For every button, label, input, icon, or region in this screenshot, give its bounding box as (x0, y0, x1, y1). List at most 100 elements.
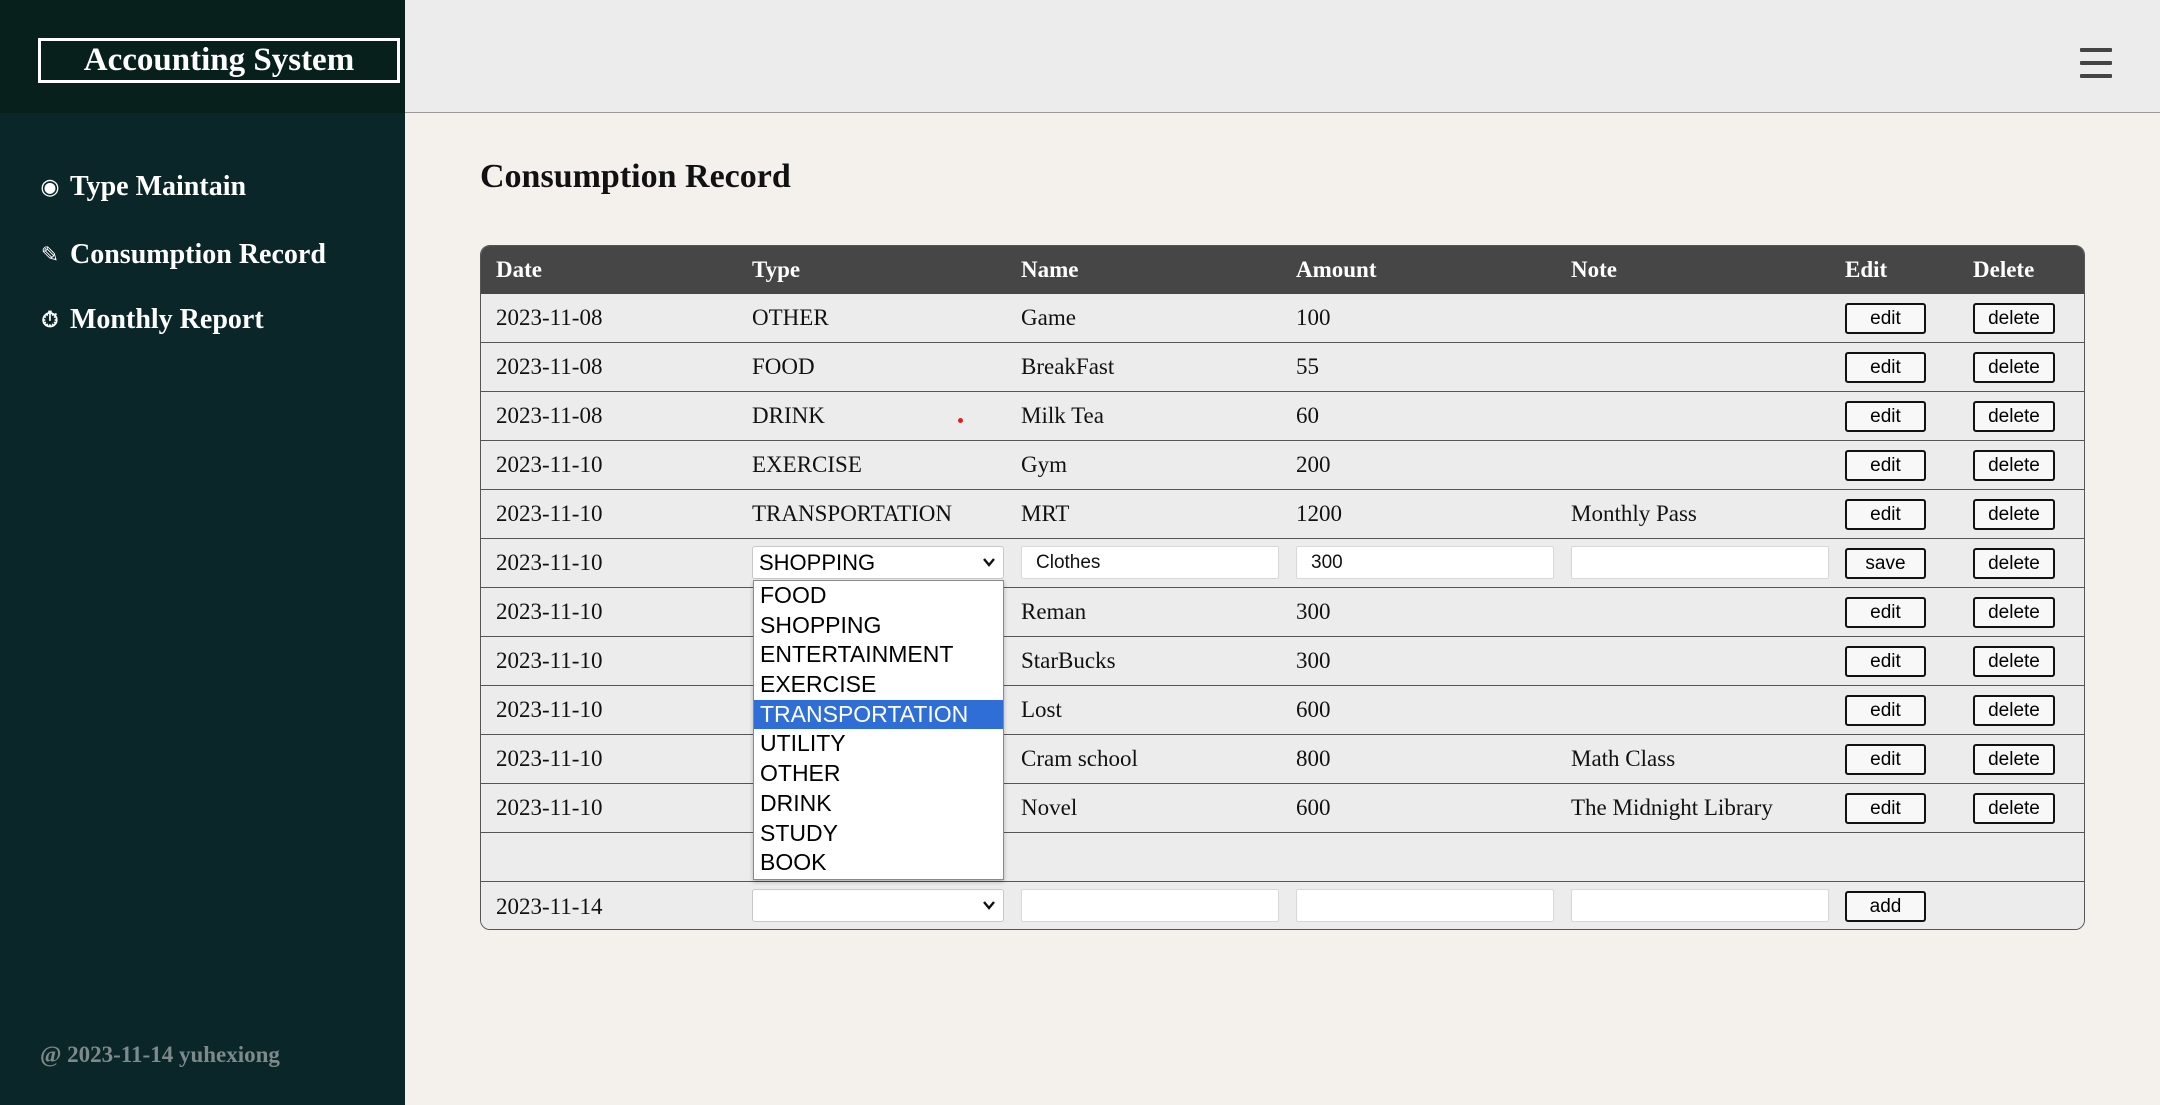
save-button[interactable]: save (1845, 548, 1926, 579)
cell-date: 2023-11-14 (496, 893, 603, 919)
delete-button[interactable]: delete (1973, 597, 2055, 628)
edit-button[interactable]: edit (1845, 352, 1926, 383)
dropdown-option-shopping[interactable]: SHOPPING (754, 611, 1003, 641)
delete-button[interactable]: delete (1973, 303, 2055, 334)
delete-button[interactable]: delete (1973, 401, 2055, 432)
delete-button[interactable]: delete (1973, 352, 2055, 383)
page-title: Consumption Record (480, 158, 791, 195)
new-name-input[interactable] (1021, 889, 1279, 922)
cell-type: EXERCISE (752, 452, 862, 477)
cell-name: Novel (1021, 795, 1078, 820)
delete-button[interactable]: delete (1973, 548, 2055, 579)
radio-circle-icon: ◉ (40, 174, 60, 200)
name-input[interactable]: Clothes (1021, 546, 1279, 579)
table-row-add: 2023-11-14 add (481, 882, 2084, 929)
delete-button[interactable]: delete (1973, 499, 2055, 530)
cell-amount: 100 (1296, 305, 1331, 330)
delete-button[interactable]: delete (1973, 744, 2055, 775)
delete-button[interactable]: delete (1973, 646, 2055, 677)
table-row-empty (481, 833, 2084, 882)
cell-type: DRINK (752, 403, 825, 428)
new-type-select[interactable] (752, 889, 1004, 922)
delete-button[interactable]: delete (1973, 695, 2055, 726)
cell-date: 2023-11-08 (496, 305, 603, 330)
table-row: 2023-11-10 StarBucks 300 edit delete (481, 637, 2084, 686)
cell-amount: 300 (1296, 599, 1331, 624)
new-amount-input[interactable] (1296, 889, 1554, 922)
cell-date: 2023-11-08 (496, 354, 603, 379)
column-header-note: Note (1571, 257, 1617, 282)
sidebar-item-monthly-report[interactable]: ⏱ Monthly Report (38, 300, 263, 340)
column-header-delete: Delete (1973, 257, 2035, 282)
cell-amount: 600 (1296, 697, 1331, 722)
delete-button[interactable]: delete (1973, 450, 2055, 481)
cell-date: 2023-11-08 (496, 403, 603, 428)
cell-name: Lost (1021, 697, 1062, 722)
cell-amount: 600 (1296, 795, 1331, 820)
type-dropdown-list[interactable]: FOOD SHOPPING ENTERTAINMENT EXERCISE TRANSPO… (753, 580, 1004, 880)
table-header: Date Type Name Amount Note Edit Delete (481, 246, 2084, 294)
sidebar-item-consumption-record[interactable]: ✎ Consumption Record (38, 235, 326, 275)
edit-button[interactable]: edit (1845, 450, 1926, 481)
sidebar: Accounting System ◉ Type Maintain ✎ Consump… (0, 0, 405, 1105)
dropdown-option-food[interactable]: FOOD (754, 581, 1003, 611)
type-select-value: SHOPPING (759, 549, 876, 575)
dropdown-option-other[interactable]: OTHER (754, 759, 1003, 789)
dropdown-option-exercise[interactable]: EXERCISE (754, 670, 1003, 700)
app-logo[interactable]: Accounting System (38, 38, 400, 83)
add-button[interactable]: add (1845, 891, 1926, 922)
new-note-input[interactable] (1571, 889, 1829, 922)
chevron-down-icon (983, 901, 995, 910)
dropdown-option-utility[interactable]: UTILITY (754, 729, 1003, 759)
edit-button[interactable]: edit (1845, 646, 1926, 677)
cell-type: OTHER (752, 305, 829, 330)
column-header-date: Date (496, 257, 542, 282)
edit-button[interactable]: edit (1845, 744, 1926, 775)
consumption-table: Date Type Name Amount Note Edit Delete 2023-11… (480, 245, 2085, 930)
delete-button[interactable]: delete (1973, 793, 2055, 824)
cell-name: Cram school (1021, 746, 1138, 771)
column-header-amount: Amount (1296, 257, 1377, 282)
cell-name: StarBucks (1021, 648, 1116, 673)
cell-date: 2023-11-10 (496, 550, 603, 575)
cell-amount: 60 (1296, 403, 1319, 428)
cell-name: Gym (1021, 452, 1067, 477)
cell-date: 2023-11-10 (496, 648, 603, 673)
cell-amount: 200 (1296, 452, 1331, 477)
edit-button[interactable]: edit (1845, 597, 1926, 628)
dropdown-option-transportation[interactable]: TRANSPORTATION (754, 699, 1003, 730)
cell-name: MRT (1021, 501, 1070, 526)
edit-button[interactable]: edit (1845, 401, 1926, 432)
stopwatch-icon: ⏱ (41, 307, 59, 333)
note-input[interactable] (1571, 546, 1829, 579)
amount-input[interactable]: 300 (1296, 546, 1554, 579)
sidebar-item-type-maintain[interactable]: ◉ Type Maintain (38, 167, 246, 207)
cell-note: Math Class (1571, 746, 1676, 771)
sidebar-item-label: Consumption Record (70, 239, 326, 270)
dropdown-option-book[interactable]: BOOK (754, 848, 1003, 878)
edit-button[interactable]: edit (1845, 793, 1926, 824)
cell-type: FOOD (752, 354, 815, 379)
cell-date: 2023-11-10 (496, 746, 603, 771)
type-select[interactable]: SHOPPING (752, 546, 1004, 579)
cell-date: 2023-11-10 (496, 452, 603, 477)
dropdown-option-study[interactable]: STUDY (754, 819, 1003, 849)
column-header-name: Name (1021, 257, 1079, 282)
column-header-type: Type (752, 257, 801, 282)
top-header (405, 0, 2160, 113)
dropdown-option-drink[interactable]: DRINK (754, 789, 1003, 819)
sidebar-item-label: Type Maintain (70, 171, 247, 202)
cell-type: TRANSPORTATION (752, 501, 952, 526)
chevron-down-icon (983, 558, 995, 567)
dropdown-option-entertainment[interactable]: ENTERTAINMENT (754, 640, 1003, 670)
table-row: 2023-11-10 Reman 300 edit delete (481, 588, 2084, 637)
edit-button[interactable]: edit (1845, 303, 1926, 334)
table-row: 2023-11-08 DRINK Milk Tea 60 edit delete (481, 392, 2084, 441)
pencil-icon: ✎ (40, 242, 60, 268)
edit-button[interactable]: edit (1845, 695, 1926, 726)
hamburger-menu-icon[interactable] (2080, 48, 2112, 78)
cell-date: 2023-11-10 (496, 501, 603, 526)
cell-note: Monthly Pass (1571, 501, 1697, 526)
table-row: 2023-11-10 EXERCISE Gym 200 edit delete (481, 441, 2084, 490)
edit-button[interactable]: edit (1845, 499, 1926, 530)
